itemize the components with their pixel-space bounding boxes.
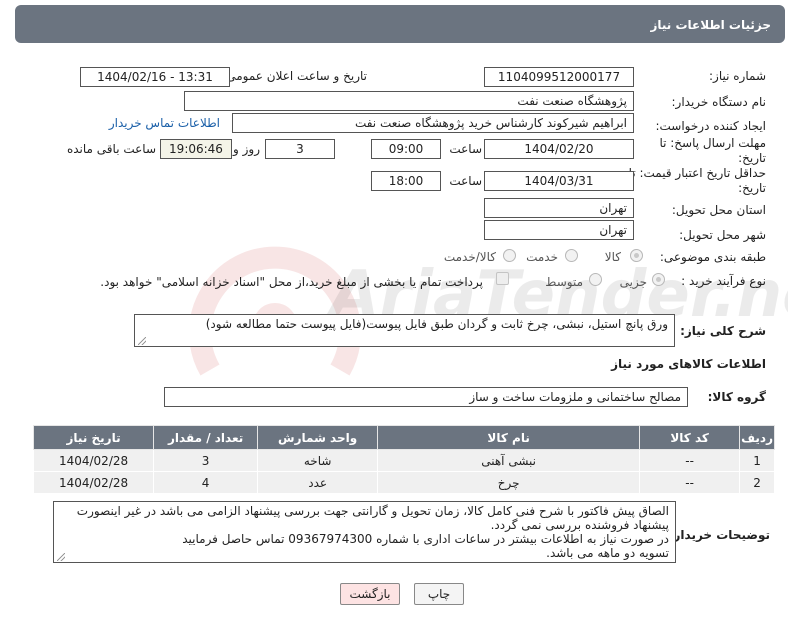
city-field: تهران: [484, 220, 634, 240]
cell-unit: شاخه: [257, 449, 379, 472]
col-qty: تعداد / مقدار: [153, 425, 259, 450]
summary-label: شرح کلی نیاز:: [680, 324, 766, 338]
reply-deadline-text: مهلت ارسال پاسخ: تا تاریخ:: [659, 136, 766, 165]
days-word: روز و: [233, 142, 260, 156]
table-row: 1 -- نبشی آهنی شاخه 3 1404/02/28: [32, 449, 775, 472]
price-validity-text: حداقل تاریخ اعتبار قیمت: تا تاریخ:: [628, 166, 766, 195]
cell-name: چرخ: [377, 471, 641, 494]
need-number-field: 1104099512000177: [484, 67, 634, 87]
resize-handle[interactable]: [57, 553, 65, 561]
category-radio-goods[interactable]: [630, 249, 643, 262]
category-service-label: خدمت: [526, 250, 558, 264]
cell-qty: 3: [153, 449, 259, 472]
remaining-word: ساعت باقی مانده: [66, 142, 156, 156]
cell-date: 1404/02/28: [32, 471, 155, 494]
province-field: تهران: [484, 198, 634, 218]
treasury-payment-note: پرداخت تمام یا بخشی از مبلغ خرید،از محل …: [100, 275, 483, 289]
cell-unit: عدد: [257, 471, 379, 494]
cell-date: 1404/02/28: [32, 449, 155, 472]
requester-field: ابراهیم شیرکوند کارشناس خرید پژوهشگاه صن…: [232, 113, 634, 133]
buyer-org-label: نام دستگاه خریدار:: [671, 95, 767, 109]
col-row: ردیف: [739, 425, 775, 450]
goods-group-label: گروه کالا:: [707, 390, 766, 404]
process-radio-medium[interactable]: [589, 273, 602, 286]
notes-line: در صورت نیاز به اطلاعات بیشتر در ساعات ا…: [182, 532, 669, 546]
notes-line: پیشنهاد فروشنده بررسی نمی گردد.: [490, 518, 669, 532]
summary-text: ورق پانچ استیل، نبشی، چرخ ثابت و گردان ط…: [205, 317, 668, 331]
price-date-field: 1404/03/31: [484, 171, 634, 191]
back-button[interactable]: بازگشت: [340, 583, 400, 605]
announce-field: 1404/02/16 - 13:31: [80, 67, 230, 87]
col-unit: واحد شمارش: [257, 425, 379, 450]
buyer-notes-label: توضیحات خریدار:: [668, 528, 770, 542]
reply-date-field: 1404/02/20: [484, 139, 634, 159]
page-title: جزئیات اطلاعات نیاز: [15, 5, 785, 43]
category-radio-both[interactable]: [503, 249, 516, 262]
buyer-notes-textarea: الصاق پیش فاکتور با شرح فنی کامل کالا، ز…: [53, 501, 676, 563]
reply-deadline-label: مهلت ارسال پاسخ: تا تاریخ:: [636, 136, 766, 166]
category-goods-label: کالا: [604, 250, 621, 264]
reply-time-word: ساعت: [449, 142, 482, 156]
price-validity-label: حداقل تاریخ اعتبار قیمت: تا تاریخ:: [626, 166, 766, 196]
category-label: طبقه بندی موضوعی:: [659, 250, 766, 264]
price-time-word: ساعت: [449, 174, 482, 188]
cell-qty: 4: [153, 471, 259, 494]
requester-label: ایجاد کننده درخواست:: [655, 119, 766, 133]
cell-code: --: [639, 471, 741, 494]
col-code: کد کالا: [639, 425, 741, 450]
process-minor-label: جزیی: [619, 275, 647, 289]
process-medium-label: متوسط: [545, 275, 583, 289]
goods-section-title: اطلاعات کالاهای مورد نیاز: [611, 357, 766, 371]
contact-info-link[interactable]: اطلاعات تماس خریدار: [109, 116, 220, 130]
goods-table: ردیف کد کالا نام کالا واحد شمارش تعداد /…: [32, 425, 775, 494]
province-label: استان محل تحویل:: [671, 203, 766, 217]
table-row: 2 -- چرخ عدد 4 1404/02/28: [32, 471, 775, 494]
col-name: نام کالا: [377, 425, 641, 450]
days-field: 3: [265, 139, 335, 159]
buyer-org-field: پژوهشگاه صنعت نفت: [184, 91, 634, 111]
need-number-label: شماره نیاز:: [709, 69, 766, 83]
cell-code: --: [639, 449, 741, 472]
cell-row: 1: [739, 449, 775, 472]
notes-line: الصاق پیش فاکتور با شرح فنی کامل کالا، ز…: [76, 504, 669, 518]
reply-time-field: 09:00: [371, 139, 441, 159]
price-time-field: 18:00: [371, 171, 441, 191]
cell-name: نبشی آهنی: [377, 449, 641, 472]
city-label: شهر محل تحویل:: [679, 228, 766, 242]
cell-row: 2: [739, 471, 775, 494]
summary-textarea: ورق پانچ استیل، نبشی، چرخ ثابت و گردان ط…: [134, 314, 675, 347]
treasury-payment-checkbox[interactable]: [496, 272, 509, 285]
announce-label: تاریخ و ساعت اعلان عمومی:: [222, 69, 367, 83]
remaining-time-field: 19:06:46: [160, 139, 232, 159]
col-date: تاریخ نیاز: [32, 425, 155, 450]
notes-line: تسویه دو ماهه می باشد.: [546, 546, 669, 560]
category-radio-service[interactable]: [565, 249, 578, 262]
process-radio-minor[interactable]: [652, 273, 665, 286]
process-label: نوع فرآیند خرید :: [681, 274, 766, 288]
resize-handle[interactable]: [138, 337, 146, 345]
print-button[interactable]: چاپ: [414, 583, 464, 605]
goods-group-field: مصالح ساختمانی و ملزومات ساخت و ساز: [164, 387, 688, 407]
category-both-label: کالا/خدمت: [443, 250, 496, 264]
